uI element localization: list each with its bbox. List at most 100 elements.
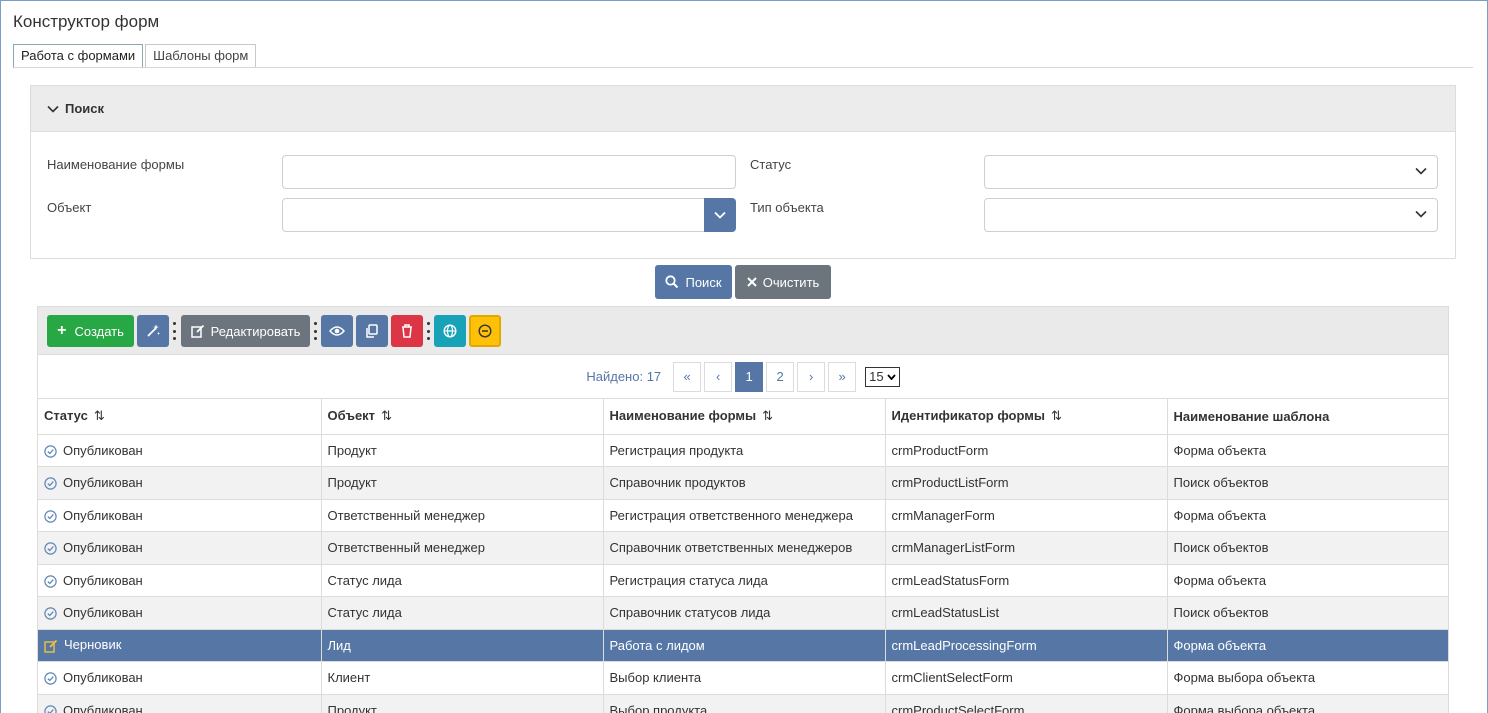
check-circle-icon bbox=[44, 672, 57, 685]
view-button[interactable] bbox=[321, 315, 353, 347]
search-icon bbox=[665, 275, 679, 289]
table-row-selected[interactable]: Черновик Лид Работа с лидом crmLeadProce… bbox=[38, 629, 1449, 662]
column-header-form-name[interactable]: Наименование формы ⇅ bbox=[603, 399, 886, 435]
check-circle-icon bbox=[44, 575, 57, 588]
page-size-value: 15 bbox=[869, 369, 884, 384]
column-header-label: Наименование формы bbox=[609, 408, 757, 424]
sort-icon[interactable]: ⇅ bbox=[762, 408, 773, 423]
column-header-object[interactable]: Объект ⇅ bbox=[321, 399, 604, 435]
prev-page-button[interactable]: ‹ bbox=[704, 361, 733, 392]
column-header-template[interactable]: Наименование шаблона bbox=[1167, 399, 1449, 435]
table-row[interactable]: Опубликован Статус лида Справочник стату… bbox=[38, 596, 1449, 630]
tab-templates[interactable]: Шаблоны форм bbox=[145, 44, 257, 68]
table-row[interactable]: Опубликован Клиент Выбор клиента crmClie… bbox=[38, 661, 1449, 695]
status-text: Опубликован bbox=[63, 702, 143, 713]
object-cell: Статус лида bbox=[321, 564, 604, 597]
status-text: Опубликован bbox=[63, 442, 143, 458]
form-name-cell: Регистрация продукта bbox=[603, 434, 886, 467]
globe-icon bbox=[443, 324, 457, 338]
column-header-status[interactable]: Статус ⇅ bbox=[38, 399, 322, 435]
unpublish-button[interactable] bbox=[469, 315, 501, 347]
object-cell: Продукт bbox=[321, 434, 604, 467]
pagination: Найдено: 17 « ‹ 1 2 › » 15 bbox=[38, 355, 1448, 399]
table-row[interactable]: Опубликован Статус лида Регистрация стат… bbox=[38, 564, 1449, 597]
kebab-menu-icon[interactable] bbox=[314, 322, 317, 340]
template-cell: Форма объекта bbox=[1167, 434, 1449, 467]
check-circle-icon bbox=[44, 445, 57, 458]
search-panel-title: Поиск bbox=[65, 101, 105, 116]
object-select[interactable] bbox=[282, 198, 736, 232]
form-name-cell: Выбор клиента bbox=[603, 661, 886, 695]
copy-button[interactable] bbox=[356, 315, 388, 347]
trash-icon bbox=[402, 324, 412, 338]
clear-button-label: Очистить bbox=[762, 274, 820, 290]
sort-icon[interactable]: ⇅ bbox=[94, 408, 105, 423]
form-id-cell: crmLeadProcessingForm bbox=[885, 629, 1168, 662]
check-circle-icon bbox=[44, 510, 57, 523]
tab-bar: Работа с формами Шаблоны форм bbox=[13, 44, 258, 69]
last-page-button[interactable]: » bbox=[828, 361, 857, 392]
close-icon bbox=[746, 277, 757, 287]
form-name-cell: Работа с лидом bbox=[603, 629, 886, 662]
table-row[interactable]: Опубликован Продукт Выбор продукта crmPr… bbox=[38, 694, 1449, 713]
grid-toolbar: + Создать Редактировать bbox=[38, 307, 1448, 355]
tab-divider bbox=[13, 67, 1473, 68]
search-panel-header[interactable]: Поиск bbox=[31, 86, 1455, 132]
page-button-2[interactable]: 2 bbox=[766, 361, 795, 392]
search-button[interactable]: Поиск bbox=[655, 265, 732, 299]
object-dropdown-button[interactable] bbox=[704, 198, 736, 232]
chevron-down-icon bbox=[714, 211, 726, 219]
status-cell: Опубликован bbox=[38, 596, 322, 630]
chevron-down-icon bbox=[886, 373, 896, 380]
template-cell: Форма объекта bbox=[1167, 499, 1449, 532]
first-page-button[interactable]: « bbox=[673, 361, 702, 392]
form-id-cell: crmLeadStatusForm bbox=[885, 564, 1168, 597]
delete-button[interactable] bbox=[391, 315, 423, 347]
table-row[interactable]: Опубликован Продукт Справочник продуктов… bbox=[38, 466, 1449, 500]
page-button-1[interactable]: 1 bbox=[735, 361, 764, 392]
check-circle-icon bbox=[44, 607, 57, 620]
sort-icon[interactable]: ⇅ bbox=[381, 408, 392, 423]
form-id-cell: crmManagerForm bbox=[885, 499, 1168, 532]
chevron-down-icon bbox=[47, 105, 59, 113]
form-id-cell: crmLeadStatusList bbox=[885, 596, 1168, 630]
tab-forms[interactable]: Работа с формами bbox=[13, 44, 144, 69]
kebab-menu-icon[interactable] bbox=[427, 322, 430, 340]
status-text: Опубликован bbox=[63, 475, 143, 491]
object-label: Объект bbox=[47, 200, 92, 215]
column-header-label: Статус bbox=[44, 408, 88, 424]
form-id-cell: crmProductSelectForm bbox=[885, 694, 1168, 713]
object-type-select[interactable] bbox=[984, 198, 1438, 232]
minus-circle-icon bbox=[478, 324, 492, 338]
template-cell: Форма объекта bbox=[1167, 564, 1449, 597]
sort-icon[interactable]: ⇅ bbox=[1051, 408, 1062, 423]
form-name-input[interactable] bbox=[282, 155, 736, 189]
object-cell: Продукт bbox=[321, 466, 604, 500]
magic-wand-button[interactable] bbox=[137, 315, 169, 347]
search-button-label: Поиск bbox=[685, 274, 722, 290]
form-name-cell: Выбор продукта bbox=[603, 694, 886, 713]
clear-button[interactable]: Очистить bbox=[735, 265, 831, 299]
table-row[interactable]: Опубликован Продукт Регистрация продукта… bbox=[38, 434, 1449, 467]
template-cell: Поиск объектов bbox=[1167, 531, 1449, 565]
create-button-label: Создать bbox=[74, 323, 124, 339]
table-row[interactable]: Опубликован Ответственный менеджер Регис… bbox=[38, 499, 1449, 532]
column-header-form-id[interactable]: Идентификатор формы ⇅ bbox=[885, 399, 1168, 435]
table-header-row: Статус ⇅ Объект ⇅ Наименование формы ⇅ Иден… bbox=[38, 399, 1449, 435]
kebab-menu-icon[interactable] bbox=[173, 322, 176, 340]
create-button[interactable]: + Создать bbox=[47, 315, 134, 347]
edit-icon bbox=[190, 324, 204, 338]
edit-button-label: Редактировать bbox=[210, 323, 301, 339]
globe-button[interactable] bbox=[434, 315, 466, 347]
column-header-label: Объект bbox=[327, 408, 376, 424]
check-circle-icon bbox=[44, 542, 57, 555]
status-cell: Опубликован bbox=[38, 564, 322, 597]
column-header-label: Наименование шаблона bbox=[1173, 408, 1330, 424]
next-page-button[interactable]: › bbox=[797, 361, 826, 392]
column-header-label: Идентификатор формы bbox=[891, 408, 1045, 424]
status-select[interactable] bbox=[984, 155, 1438, 189]
edit-button[interactable]: Редактировать bbox=[181, 315, 310, 347]
table-row[interactable]: Опубликован Ответственный менеджер Справ… bbox=[38, 531, 1449, 565]
object-cell: Статус лида bbox=[321, 596, 604, 630]
page-size-select[interactable]: 15 bbox=[865, 366, 900, 387]
